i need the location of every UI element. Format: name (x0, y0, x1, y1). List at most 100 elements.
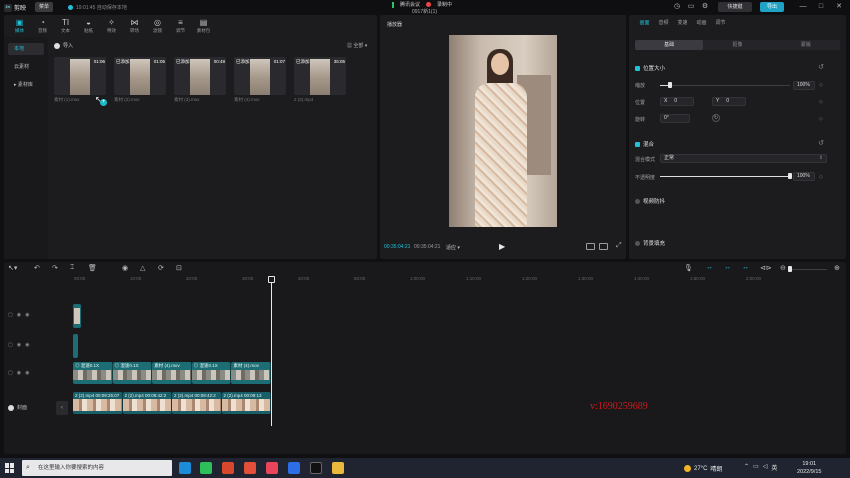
overlay-clip[interactable] (73, 304, 81, 328)
keyframe-icon[interactable]: ◇ (819, 99, 823, 105)
opacity-value[interactable]: 100% (793, 172, 815, 181)
opacity-slider-handle[interactable] (788, 173, 792, 179)
playhead[interactable] (271, 276, 272, 426)
effect-clip[interactable]: 素材 (4).mov (152, 362, 192, 384)
layout-icon[interactable]: ▭ (687, 3, 695, 11)
meeting-indicator[interactable]: 腾讯会议 录制中 (392, 1, 452, 8)
windows-start-icon[interactable] (5, 463, 15, 473)
media-tab-2[interactable]: TI 文本 (56, 15, 75, 37)
reset-icon[interactable]: ↺ (818, 139, 824, 147)
media-clip[interactable]: 已添加 01:07 素材 (4).mov (234, 57, 286, 109)
scale-slider-track[interactable] (660, 85, 790, 86)
delete-icon[interactable]: 🗑 (88, 264, 97, 272)
keyframe-icon[interactable]: ◇ (819, 82, 823, 88)
import-button[interactable]: 导入 (54, 42, 73, 49)
media-clip[interactable]: 已添加 35:05 2 (2).mp4 (294, 57, 346, 109)
settings-icon[interactable]: ⚙ (701, 3, 709, 11)
lock-icon[interactable]: ▢ (8, 312, 13, 318)
weather-widget[interactable]: 27°C 晴朗 (684, 464, 722, 473)
lock-icon[interactable]: ▢ (8, 342, 13, 348)
checkbox-icon[interactable] (635, 141, 640, 147)
media-tab-8[interactable]: ▤ 素材包 (194, 15, 213, 37)
props-tab-1[interactable]: 音频 (654, 15, 673, 31)
position-size-heading[interactable]: 位置大小 (635, 64, 665, 72)
hide-icon[interactable]: ◉ (17, 370, 21, 376)
props-tab-2[interactable]: 变速 (673, 15, 692, 31)
props-tab-0[interactable]: 画面 (635, 15, 654, 31)
volume-icon[interactable]: ◁ (763, 463, 768, 472)
checkbox-icon[interactable] (635, 240, 640, 246)
cover-button[interactable]: 封面 (8, 404, 27, 411)
effect-clip[interactable]: 素材 (4).mov (231, 362, 271, 384)
checkbox-icon[interactable] (635, 65, 640, 71)
network-icon[interactable]: ▭ (753, 463, 759, 472)
maximize-icon[interactable]: □ (817, 3, 825, 11)
effect-clip[interactable]: ◎ 混速0.1X (191, 362, 232, 384)
ime-indicator[interactable]: 英 (771, 463, 777, 472)
close-icon[interactable]: ✕ (835, 3, 843, 11)
split-icon[interactable]: ⌶ (70, 264, 74, 272)
mirror-icon[interactable]: ⟳ (158, 264, 164, 272)
rotate-icon[interactable]: ↻ (712, 114, 720, 122)
blend-heading[interactable]: 混合 (635, 140, 654, 148)
rotate-field[interactable]: 0° (660, 114, 690, 123)
media-tab-3[interactable]: ◒ 贴纸 (79, 15, 98, 37)
media-clip[interactable]: 已添加 00:48 素材 (3).mov (174, 57, 226, 109)
mute-icon[interactable]: ◉ (25, 312, 29, 318)
lock-icon[interactable]: ▢ (8, 370, 13, 376)
reset-icon[interactable]: ↺ (818, 63, 824, 71)
video-clip[interactable]: 2 (2).mp4 00:08:42:2 (172, 392, 222, 414)
wps-icon[interactable] (222, 462, 234, 474)
checkbox-icon[interactable] (635, 198, 640, 204)
ratio-dropdown[interactable]: 适应 ▾ (446, 244, 460, 251)
media-tab-0[interactable]: ▣ 媒体 (10, 15, 29, 37)
chevron-up-icon[interactable]: ⌃ (744, 463, 749, 472)
video-clip[interactable]: 2 (2).mp4 00:09:25:07 (73, 392, 123, 414)
props-tab-4[interactable]: 调节 (711, 15, 730, 31)
media-tab-7[interactable]: ≡ 调节 (171, 15, 190, 37)
undo-icon[interactable]: ↶ (34, 264, 40, 272)
select-tool-icon[interactable]: ↖▾ (8, 264, 17, 272)
crop-ratio-icon[interactable] (599, 243, 608, 250)
background-heading[interactable]: 背景填充 (635, 239, 665, 247)
taskbar-clock[interactable]: 19:01 2022/9/15 (797, 460, 821, 476)
file-explorer-icon[interactable] (332, 462, 344, 474)
media-tab-4[interactable]: ✧ 特效 (102, 15, 121, 37)
position-x-field[interactable]: X 0 (660, 97, 694, 106)
sidebar-item-library[interactable]: ▸ 素材库 (8, 79, 44, 91)
hide-icon[interactable]: ◉ (17, 342, 21, 348)
capcut-icon[interactable] (310, 462, 322, 474)
position-y-field[interactable]: Y 0 (712, 97, 746, 106)
linkage-icon[interactable]: ↔ (742, 264, 749, 271)
edge-browser-icon[interactable] (179, 462, 191, 474)
minimize-icon[interactable]: — (799, 3, 807, 11)
props-subtab-2[interactable]: 蒙版 (772, 40, 840, 50)
taskbar-search-input[interactable]: ⌕ 在这里输入你要搜索的内容 (22, 460, 172, 476)
presentation-icon[interactable] (244, 462, 256, 474)
fullscreen-icon[interactable]: ⤢ (616, 242, 622, 250)
video-clip[interactable]: 2 (2).mp4 00:09:13 (221, 392, 271, 414)
media-tab-5[interactable]: ⋈ 转场 (125, 15, 144, 37)
zoom-slider[interactable] (791, 269, 827, 270)
microphone-icon[interactable]: 🎙 (684, 264, 693, 272)
sidebar-item-cloud[interactable]: 云素材 (8, 61, 44, 73)
tencent-meeting-icon[interactable] (288, 462, 300, 474)
keyframe-icon[interactable]: ◇ (819, 174, 823, 180)
clock-icon[interactable]: ◷ (673, 3, 681, 11)
blend-mode-select[interactable]: 正常 ⇕ (660, 154, 827, 163)
redo-icon[interactable]: ↷ (52, 264, 58, 272)
media-tab-6[interactable]: ◎ 滤镜 (148, 15, 167, 37)
mute-icon[interactable]: ◉ (25, 342, 29, 348)
video-preview[interactable] (449, 35, 557, 227)
hide-icon[interactable]: ◉ (17, 312, 21, 318)
export-button[interactable]: 导出 (760, 2, 784, 12)
zoom-slider-handle[interactable] (788, 266, 792, 272)
reverse-icon[interactable]: △ (140, 264, 145, 272)
effect-clip[interactable]: ◎ 混速0.1X (73, 362, 113, 384)
effect-clip[interactable]: ◎ 混速0.1X (112, 362, 153, 384)
zoom-out-icon[interactable]: ⊖ (780, 264, 786, 272)
zoom-in-icon[interactable]: ⊕ (834, 264, 840, 272)
scale-value[interactable]: 100% (793, 81, 815, 90)
link-main-track-icon[interactable]: ↔ (706, 264, 713, 271)
preview-axis-icon[interactable]: ⊲⊳ (760, 264, 772, 272)
